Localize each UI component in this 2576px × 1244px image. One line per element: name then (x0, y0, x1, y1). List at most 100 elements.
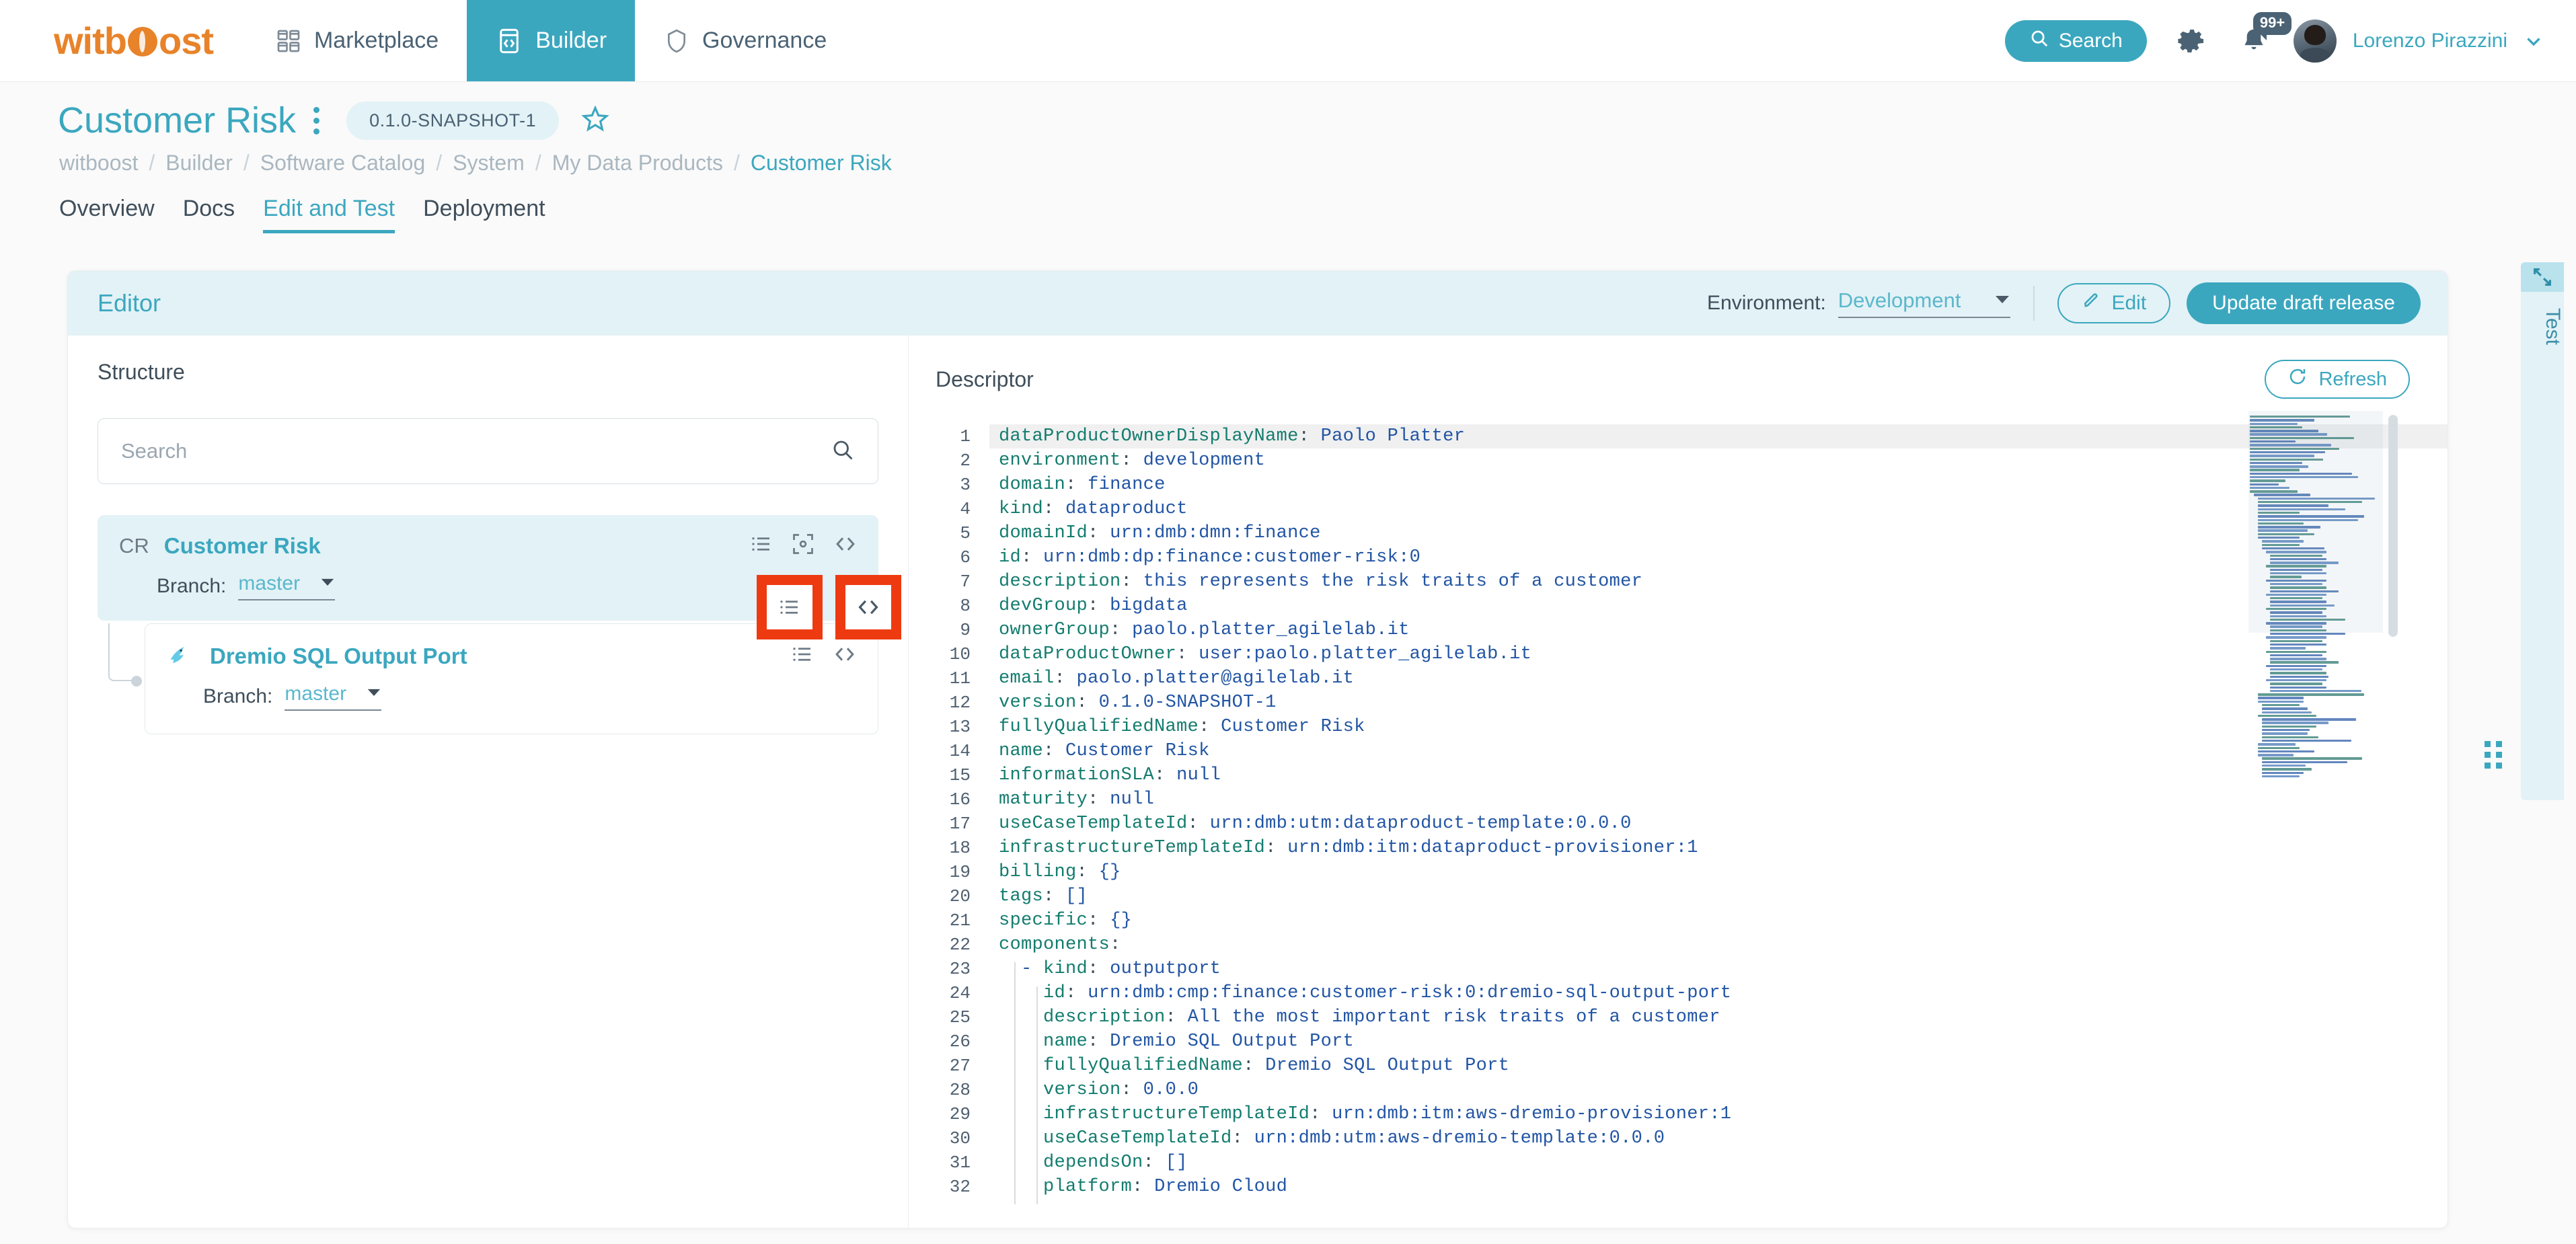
star-icon[interactable] (580, 104, 610, 137)
code-line[interactable]: 3 domain: finance (909, 473, 2448, 497)
code-line[interactable]: 9 ownerGroup: paolo.platter_agilelab.it (909, 618, 2448, 642)
breadcrumb-item-5[interactable]: Customer Risk (751, 151, 892, 176)
tree-node-dremio-sql-output-port[interactable]: Dremio SQL Output Port Branch: master (145, 623, 878, 734)
focus-target-icon[interactable] (791, 532, 815, 559)
expand-diagonal-icon[interactable] (2521, 262, 2564, 292)
line-number: 32 (949, 1177, 971, 1197)
code-line[interactable]: 14 name: Customer Risk (909, 739, 2448, 763)
list-icon[interactable] (790, 642, 815, 670)
code-line[interactable]: 29 infrastructureTemplateId: urn:dmb:itm… (909, 1102, 2448, 1126)
update-draft-release-button[interactable]: Update draft release (2187, 282, 2421, 324)
code-text: id: urn:dmb:dp:finance:customer-risk:0 (999, 547, 1421, 568)
tab-docs[interactable]: Docs (183, 196, 235, 233)
test-panel-rail[interactable]: Test (2521, 262, 2564, 800)
chevron-down-icon[interactable] (2522, 30, 2545, 52)
breadcrumb-item-2[interactable]: Software Catalog (260, 151, 425, 176)
code-line[interactable]: 12 version: 0.1.0-SNAPSHOT-1 (909, 691, 2448, 715)
avatar[interactable] (2293, 19, 2337, 63)
code-line[interactable]: 7 description: this represents the risk t… (909, 570, 2448, 594)
list-icon[interactable] (749, 532, 773, 559)
root-branch-row: Branch: master (119, 572, 858, 600)
code-line[interactable]: 27 fullyQualifiedName: Dremio SQL Output… (909, 1054, 2448, 1078)
tree-child-wrapper: Dremio SQL Output Port Branch: master (98, 623, 878, 734)
code-line[interactable]: 30 useCaseTemplateId: urn:dmb:utm:aws-dr… (909, 1126, 2448, 1151)
code-lines-container[interactable]: 1 dataProductOwnerDisplayName: Paolo Plat… (909, 424, 2448, 1199)
node-name[interactable]: Dremio SQL Output Port (210, 644, 467, 669)
search-input[interactable] (121, 439, 831, 463)
code-vertical-scrollbar[interactable] (2388, 415, 2398, 637)
list-icon[interactable] (767, 585, 812, 629)
more-vertical-icon[interactable] (313, 106, 320, 134)
code-line[interactable]: 31 dependsOn: [] (909, 1151, 2448, 1175)
breadcrumb-item-1[interactable]: Builder (165, 151, 233, 176)
code-line[interactable]: 15 informationSLA: null (909, 763, 2448, 787)
minimap-viewport-slider[interactable] (2248, 411, 2383, 633)
code-line[interactable]: 1 dataProductOwnerDisplayName: Paolo Plat… (909, 424, 2448, 449)
user-name[interactable]: Lorenzo Pirazzini (2353, 30, 2507, 52)
code-line[interactable]: 18 infrastructureTemplateId: urn:dmb:itm:… (909, 836, 2448, 860)
code-line[interactable]: 10 dataProductOwner: user:paolo.platter_a… (909, 642, 2448, 666)
code-editor[interactable]: 1 dataProductOwnerDisplayName: Paolo Plat… (909, 424, 2448, 1224)
line-number: 2 (960, 451, 971, 471)
edit-button[interactable]: Edit (2057, 283, 2171, 323)
code-line[interactable]: 32 platform: Dremio Cloud (909, 1175, 2448, 1199)
code-text: fullyQualifiedName: Customer Risk (999, 717, 1365, 737)
code-line[interactable]: 26 name: Dremio SQL Output Port (909, 1029, 2448, 1054)
code-line[interactable]: 6 id: urn:dmb:dp:finance:customer-risk:0 (909, 545, 2448, 570)
node-name[interactable]: Customer Risk (164, 533, 321, 559)
code-line[interactable]: 19 billing: {} (909, 860, 2448, 884)
code-brackets-icon[interactable] (845, 585, 891, 629)
search-icon[interactable] (831, 438, 855, 465)
breadcrumb-separator: / (436, 151, 443, 175)
code-brackets-icon[interactable] (832, 642, 858, 670)
code-line[interactable]: 24 id: urn:dmb:cmp:finance:customer-risk… (909, 981, 2448, 1005)
code-brackets-icon[interactable] (833, 531, 858, 560)
app-logo[interactable]: witb ost (0, 0, 247, 81)
breadcrumb-item-0[interactable]: witboost (59, 151, 138, 176)
notifications-bell-icon[interactable]: 99+ (2238, 11, 2292, 58)
code-line[interactable]: 11 email: paolo.platter@agilelab.it (909, 666, 2448, 691)
tab-overview[interactable]: Overview (59, 196, 155, 233)
line-number: 3 (960, 475, 971, 495)
code-line[interactable]: 28 version: 0.0.0 (909, 1078, 2448, 1102)
search-button[interactable]: Search (2004, 20, 2147, 62)
page-title: Customer Risk (58, 100, 297, 141)
branch-select-child[interactable]: master (285, 683, 382, 711)
branch-select-root[interactable]: master (238, 572, 336, 600)
code-line[interactable]: 17 useCaseTemplateId: urn:dmb:utm:datapro… (909, 812, 2448, 836)
top-navigation-bar: witb ost Marketplace Builder Governance … (0, 0, 2576, 82)
annotation-box-code-icon (835, 575, 901, 639)
code-line[interactable]: 13 fullyQualifiedName: Customer Risk (909, 715, 2448, 739)
code-line[interactable]: 16 maturity: null (909, 787, 2448, 812)
test-panel-label[interactable]: Test (2521, 308, 2564, 345)
nav-item-builder[interactable]: Builder (467, 0, 636, 81)
page-header: Customer Risk 0.1.0-SNAPSHOT-1 witboost … (0, 82, 2576, 265)
code-line-content: informationSLA: null (989, 763, 2448, 787)
code-line[interactable]: 2 environment: development (909, 449, 2448, 473)
code-line[interactable]: 21 specific: {} (909, 908, 2448, 933)
breadcrumb-item-3[interactable]: System (453, 151, 525, 176)
line-number: 4 (960, 499, 971, 519)
tree-connector (108, 623, 135, 681)
line-number: 23 (949, 959, 971, 979)
code-line[interactable]: 8 devGroup: bigdata (909, 594, 2448, 618)
code-line-content: maturity: null (989, 787, 2448, 812)
tab-edit-and-test[interactable]: Edit and Test (263, 196, 395, 233)
gear-icon[interactable] (2174, 24, 2209, 59)
nav-item-marketplace[interactable]: Marketplace (247, 0, 467, 81)
code-line[interactable]: 22 components: (909, 933, 2448, 957)
code-line[interactable]: 4 kind: dataproduct (909, 497, 2448, 521)
tab-deployment[interactable]: Deployment (423, 196, 545, 233)
code-line-content: ownerGroup: paolo.platter_agilelab.it (989, 618, 2448, 642)
environment-select[interactable]: Development (1838, 288, 2011, 318)
code-line[interactable]: 5 domainId: urn:dmb:dmn:finance (909, 521, 2448, 545)
breadcrumb-item-4[interactable]: My Data Products (552, 151, 723, 176)
code-line[interactable]: 25 description: All the most important r… (909, 1005, 2448, 1029)
structure-search-box[interactable] (98, 418, 878, 484)
drag-dots-icon[interactable] (2485, 741, 2502, 769)
nav-item-governance[interactable]: Governance (635, 0, 855, 81)
title-row: Customer Risk 0.1.0-SNAPSHOT-1 (0, 82, 2576, 141)
refresh-button[interactable]: Refresh (2265, 360, 2410, 399)
code-line[interactable]: 20 tags: [] (909, 884, 2448, 908)
code-line[interactable]: 23 - kind: outputport (909, 957, 2448, 981)
